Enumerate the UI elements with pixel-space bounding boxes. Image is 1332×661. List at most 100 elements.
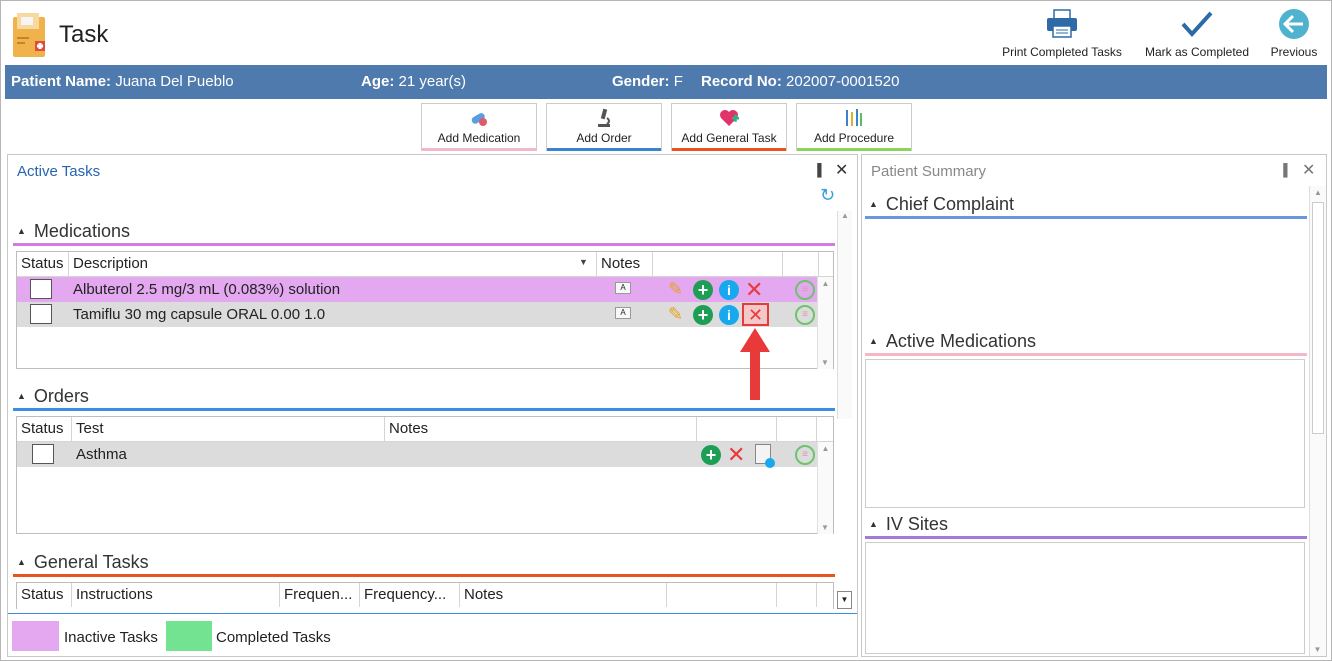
- col-status[interactable]: Status: [17, 417, 72, 441]
- close-icon[interactable]: ✕: [835, 160, 848, 180]
- edit-pencil-icon[interactable]: ✎: [668, 304, 683, 325]
- col-notes[interactable]: Notes: [460, 583, 667, 607]
- active-medications-separator: [865, 353, 1307, 356]
- active-tasks-panel: Active Tasks ▐ ✕ ↻ ▲ ▼ ▲ Medications Stat…: [7, 154, 858, 657]
- procedure-tools-icon: [797, 104, 911, 128]
- scroll-down-arrow[interactable]: ▼: [837, 591, 852, 609]
- add-icon[interactable]: +: [701, 445, 721, 465]
- status-checkbox[interactable]: [30, 279, 52, 299]
- add-procedure-button[interactable]: Add Procedure: [796, 103, 912, 151]
- summary-scrollbar[interactable]: ▲ ▼: [1309, 186, 1326, 656]
- add-general-task-button[interactable]: Add General Task: [671, 103, 787, 151]
- col-description[interactable]: Description: [69, 252, 597, 276]
- tasks-scrollbar[interactable]: ▲: [837, 211, 852, 419]
- document-add-icon[interactable]: [755, 444, 775, 468]
- inactive-legend-swatch: [12, 621, 59, 651]
- notes-icon[interactable]: A: [615, 282, 631, 294]
- status-checkbox[interactable]: [30, 304, 52, 324]
- iv-sites-header[interactable]: ▲ IV Sites: [869, 514, 948, 535]
- previous-label: Previous: [1270, 45, 1318, 59]
- info-icon[interactable]: i: [719, 305, 739, 325]
- complete-status-icon[interactable]: ≡: [795, 445, 815, 465]
- pin-icon[interactable]: ▐: [1279, 163, 1288, 177]
- sort-dropdown-icon[interactable]: ▼: [579, 257, 588, 267]
- medications-grid: Status Description ▼ Notes Albuterol 2.5…: [16, 251, 834, 369]
- patient-info-bar: Patient Name: Juana Del Pueblo Age: 21 y…: [5, 65, 1327, 99]
- notes-icon[interactable]: A: [615, 307, 631, 319]
- collapse-triangle-icon: ▲: [17, 557, 26, 567]
- order-test: Asthma: [76, 446, 127, 463]
- collapse-triangle-icon: ▲: [869, 199, 878, 209]
- col-status-action: [777, 583, 817, 607]
- legend-divider: [8, 613, 857, 614]
- orders-separator: [13, 408, 835, 411]
- general-tasks-separator: [13, 574, 835, 577]
- col-notes[interactable]: Notes: [597, 252, 653, 276]
- scroll-down-arrow[interactable]: ▼: [1310, 645, 1325, 654]
- edit-pencil-icon[interactable]: ✎: [668, 279, 683, 300]
- info-icon[interactable]: i: [719, 280, 739, 300]
- add-medication-underline: [422, 148, 536, 151]
- patient-gender: Gender: F: [612, 73, 683, 90]
- complete-status-icon[interactable]: ≡: [795, 280, 815, 300]
- col-frequency[interactable]: Frequen...: [280, 583, 360, 607]
- col-status[interactable]: Status: [17, 583, 72, 607]
- scroll-up-arrow[interactable]: ▲: [1310, 188, 1326, 197]
- medication-row[interactable]: Albuterol 2.5 mg/3 mL (0.083%) solution …: [17, 277, 817, 302]
- delete-icon-highlighted[interactable]: ✕: [742, 303, 769, 326]
- mark-as-completed-label: Mark as Completed: [1144, 45, 1250, 59]
- order-row[interactable]: Asthma + ✕ ≡: [17, 442, 817, 468]
- col-status[interactable]: Status: [17, 252, 69, 276]
- print-completed-tasks-button[interactable]: Print Completed Tasks: [1001, 9, 1123, 63]
- scroll-down-arrow[interactable]: ▼: [818, 358, 832, 367]
- patient-summary-title: Patient Summary: [871, 163, 987, 180]
- col-status-action: [777, 417, 817, 441]
- scroll-thumb[interactable]: [1312, 202, 1324, 434]
- pills-icon: [422, 104, 536, 128]
- scroll-up-arrow[interactable]: ▲: [818, 279, 833, 288]
- medications-grid-scrollbar[interactable]: ▲ ▼: [817, 277, 833, 369]
- page-title: Task: [59, 21, 109, 48]
- status-checkbox[interactable]: [32, 444, 54, 464]
- col-test[interactable]: Test: [72, 417, 385, 441]
- col-instructions[interactable]: Instructions: [72, 583, 280, 607]
- scroll-up-arrow[interactable]: ▲: [838, 211, 852, 220]
- add-medication-button[interactable]: Add Medication: [421, 103, 537, 151]
- refresh-icon[interactable]: ↻: [820, 185, 835, 206]
- task-app-icon: [11, 11, 51, 59]
- collapse-triangle-icon: ▲: [869, 519, 878, 529]
- orders-section-header[interactable]: ▲ Orders: [17, 386, 89, 407]
- col-frequency-2[interactable]: Frequency...: [360, 583, 460, 607]
- close-icon[interactable]: ✕: [1302, 160, 1315, 180]
- delete-icon[interactable]: ✕: [745, 277, 763, 303]
- complete-status-icon[interactable]: ≡: [795, 305, 815, 325]
- pin-icon[interactable]: ▐: [813, 163, 822, 177]
- medication-row[interactable]: Tamiflu 30 mg capsule ORAL 0.00 1.0 A ✎ …: [17, 302, 817, 327]
- medications-section-header[interactable]: ▲ Medications: [17, 221, 130, 242]
- col-notes[interactable]: Notes: [385, 417, 697, 441]
- active-medications-header[interactable]: ▲ Active Medications: [869, 331, 1036, 352]
- previous-button[interactable]: Previous: [1263, 9, 1325, 63]
- col-actions: [667, 583, 777, 607]
- printer-icon: [1001, 9, 1123, 39]
- inactive-legend-label: Inactive Tasks: [64, 629, 158, 646]
- add-general-task-underline: [672, 148, 786, 151]
- collapse-triangle-icon: ▲: [17, 391, 26, 401]
- add-medication-label: Add Medication: [437, 131, 521, 145]
- mark-as-completed-button[interactable]: Mark as Completed: [1141, 9, 1253, 63]
- collapse-triangle-icon: ▲: [869, 336, 878, 346]
- add-general-task-label: Add General Task: [681, 131, 777, 145]
- add-icon[interactable]: +: [693, 280, 713, 300]
- add-order-button[interactable]: Add Order: [546, 103, 662, 151]
- chief-complaint-separator: [865, 216, 1307, 219]
- general-tasks-section-header[interactable]: ▲ General Tasks: [17, 552, 149, 573]
- patient-name: Patient Name: Juana Del Pueblo: [11, 73, 234, 90]
- scroll-down-arrow[interactable]: ▼: [818, 523, 832, 532]
- delete-icon[interactable]: ✕: [727, 442, 745, 468]
- active-medications-box: [865, 359, 1305, 508]
- add-icon[interactable]: +: [693, 305, 713, 325]
- collapse-triangle-icon: ▲: [17, 226, 26, 236]
- orders-grid-scrollbar[interactable]: ▲ ▼: [817, 442, 833, 534]
- chief-complaint-header[interactable]: ▲ Chief Complaint: [869, 194, 1014, 215]
- scroll-up-arrow[interactable]: ▲: [818, 444, 833, 453]
